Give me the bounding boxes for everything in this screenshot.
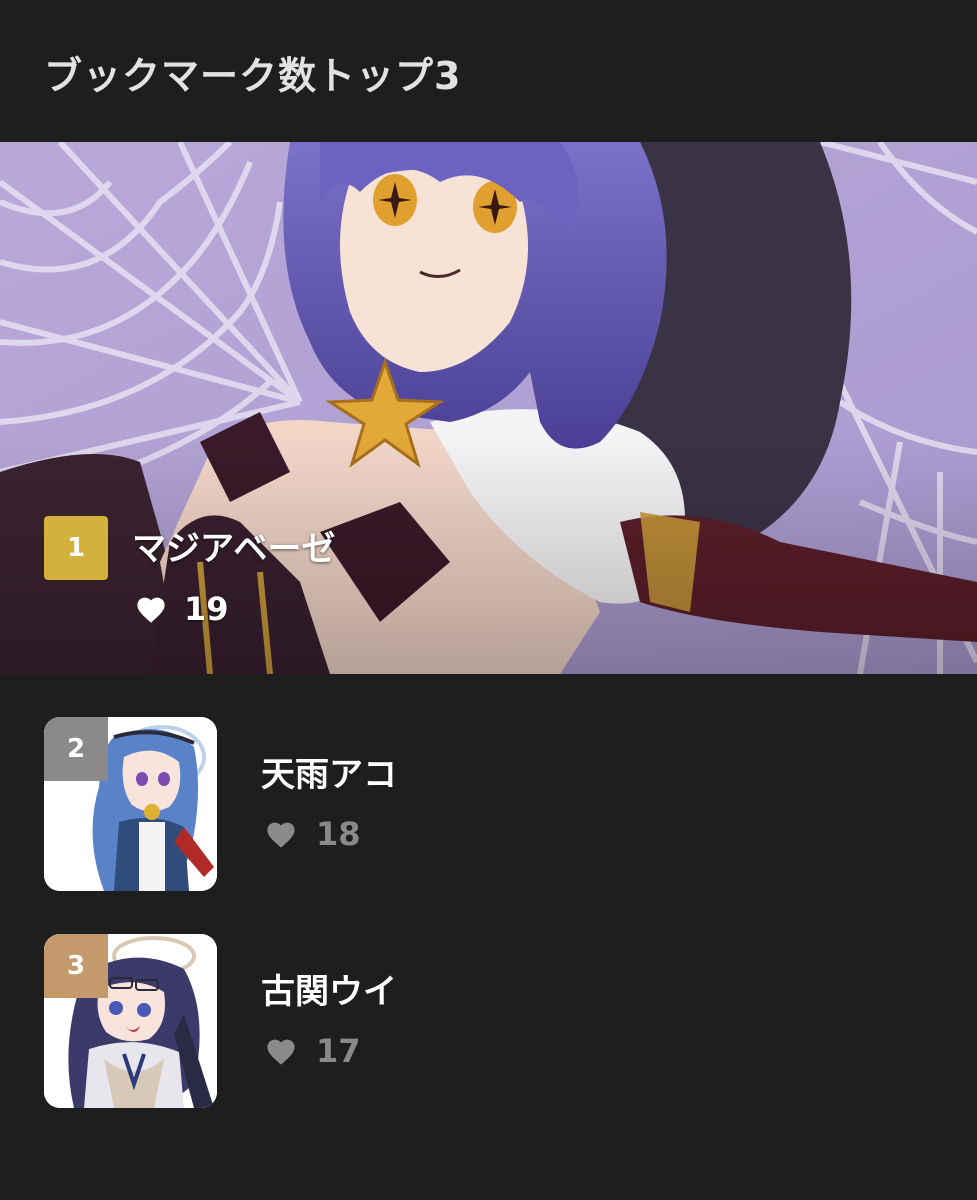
ranking-card-1[interactable]: 1 マジアベーゼ 19 bbox=[0, 142, 977, 674]
rank-number: 3 bbox=[66, 951, 86, 981]
like-count-group: 17 bbox=[264, 1032, 361, 1070]
rank-badge-silver: 2 bbox=[44, 717, 108, 781]
heart-icon bbox=[134, 594, 168, 624]
heart-icon bbox=[264, 1036, 298, 1066]
rank-badge-bronze: 3 bbox=[44, 934, 108, 998]
rank-number: 2 bbox=[66, 734, 86, 764]
page-title: ブックマーク数トップ3 bbox=[44, 54, 462, 98]
ranking-card-2[interactable]: 2 天雨アコ 18 bbox=[44, 717, 934, 891]
like-count-group: 19 bbox=[134, 590, 229, 628]
character-name: 古関ウイ bbox=[261, 972, 397, 1012]
like-count: 17 bbox=[316, 1032, 361, 1070]
like-count: 18 bbox=[316, 815, 361, 853]
character-name: マジアベーゼ bbox=[132, 529, 336, 569]
rank-badge-gold: 1 bbox=[44, 516, 108, 580]
ranking-card-3[interactable]: 3 古関ウイ 17 bbox=[44, 934, 934, 1108]
character-thumbnail: 3 bbox=[44, 934, 217, 1108]
character-thumbnail: 2 bbox=[44, 717, 217, 891]
like-count-group: 18 bbox=[264, 815, 361, 853]
rank-number: 1 bbox=[66, 533, 86, 563]
heart-icon bbox=[264, 819, 298, 849]
like-count: 19 bbox=[184, 590, 229, 628]
character-name: 天雨アコ bbox=[261, 755, 397, 795]
